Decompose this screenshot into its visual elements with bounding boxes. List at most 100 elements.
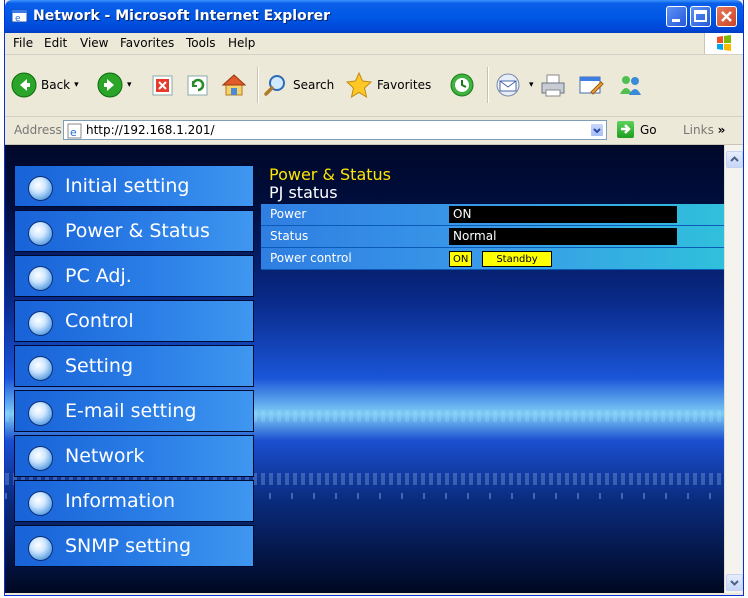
scroll-up-button[interactable]	[726, 151, 743, 168]
power-status-icon	[28, 221, 53, 246]
title-bar[interactable]: e Network - Microsoft Internet Explorer	[5, 0, 743, 33]
forward-arrow-icon	[97, 72, 123, 98]
sidebar-item-label: Control	[65, 310, 134, 332]
menu-help[interactable]: Help	[228, 36, 255, 50]
search-icon	[264, 75, 285, 96]
maximize-button[interactable]	[690, 6, 711, 27]
windows-logo-icon	[704, 33, 743, 54]
minimize-icon	[672, 19, 680, 22]
scroll-down-button[interactable]	[726, 574, 743, 591]
email-icon	[28, 401, 53, 426]
toolbar-separator	[487, 67, 489, 103]
menu-file[interactable]: File	[13, 36, 33, 50]
back-label: Back	[41, 78, 71, 92]
standby-button[interactable]: Standby	[482, 251, 552, 267]
forward-dropdown-icon[interactable]: ▾	[127, 80, 132, 90]
mail-dropdown-icon[interactable]: ▾	[529, 80, 534, 90]
control-icon	[28, 311, 53, 336]
vertical-scrollbar[interactable]	[724, 145, 743, 593]
stop-button[interactable]	[151, 67, 175, 103]
sidebar-item-setting[interactable]: Setting	[14, 345, 254, 387]
edit-button[interactable]	[577, 67, 605, 103]
ie-window-icon: e	[11, 9, 28, 24]
svg-text:e: e	[15, 14, 21, 24]
sidebar-item-label: Information	[65, 490, 175, 512]
menu-bar: File Edit View Favorites Tools Help	[5, 33, 743, 55]
go-label: Go	[640, 122, 657, 137]
toolbar-separator	[257, 67, 259, 103]
svg-text:e: e	[70, 126, 77, 139]
address-input[interactable]: e http://192.168.1.201/	[63, 120, 607, 140]
sidebar-item-snmp-setting[interactable]: SNMP setting	[14, 525, 254, 567]
sidebar-item-information[interactable]: Information	[14, 480, 254, 522]
maximize-icon	[694, 10, 707, 22]
section-title: PJ status	[269, 183, 338, 202]
mail-button[interactable]: ▾	[495, 67, 534, 103]
setting-icon	[28, 356, 53, 381]
sidebar-item-network[interactable]: Network	[14, 435, 254, 477]
back-arrow-icon	[11, 72, 37, 98]
close-icon	[721, 11, 732, 22]
browser-window: e Network - Microsoft Internet Explorer …	[4, 0, 744, 596]
sidebar-item-label: Setting	[65, 355, 134, 377]
printer-icon	[541, 74, 565, 97]
search-button[interactable]: Search	[263, 67, 334, 103]
back-dropdown-icon[interactable]: ▾	[74, 80, 79, 90]
initial-setting-icon	[28, 176, 53, 201]
status-row-power-control: Power control ON Standby	[261, 248, 724, 270]
sidebar-item-pc-adj[interactable]: PC Adj.	[14, 255, 254, 297]
refresh-button[interactable]	[186, 67, 210, 103]
power-value: ON	[449, 206, 677, 223]
chevron-right-icon: »	[717, 123, 726, 137]
nav-sidebar: Initial setting Power & Status PC Adj. C…	[14, 165, 254, 570]
status-label: Status	[270, 229, 309, 243]
page-content: Initial setting Power & Status PC Adj. C…	[5, 145, 724, 593]
home-button[interactable]	[221, 67, 247, 103]
sidebar-item-control[interactable]: Control	[14, 300, 254, 342]
search-label: Search	[293, 78, 335, 92]
sidebar-item-power-status[interactable]: Power & Status	[14, 210, 254, 252]
sidebar-item-label: Initial setting	[65, 175, 190, 197]
links-label: Links	[683, 123, 714, 137]
menu-edit[interactable]: Edit	[44, 36, 67, 50]
menu-favorites[interactable]: Favorites	[120, 36, 174, 50]
status-row-power: Power ON	[261, 204, 724, 226]
favorites-label: Favorites	[377, 78, 432, 92]
sidebar-item-email-setting[interactable]: E-mail setting	[14, 390, 254, 432]
address-dropdown-icon[interactable]	[590, 123, 604, 137]
favorites-button[interactable]: Favorites	[345, 67, 431, 103]
menu-tools[interactable]: Tools	[186, 36, 216, 50]
edit-document-icon	[579, 76, 604, 95]
go-button[interactable]: Go	[617, 121, 657, 138]
history-button[interactable]	[449, 67, 475, 103]
status-table: Power ON Status Normal Power control ON …	[261, 204, 724, 270]
power-control-label: Power control	[270, 251, 352, 265]
window-title: Network - Microsoft Internet Explorer	[33, 8, 331, 24]
refresh-icon	[187, 75, 208, 96]
messenger-icon	[620, 76, 641, 95]
messenger-button[interactable]	[617, 67, 645, 103]
information-icon	[28, 491, 53, 516]
pc-adjust-icon	[28, 266, 53, 291]
network-icon	[28, 446, 53, 471]
minimize-button[interactable]	[666, 6, 687, 27]
snmp-icon	[28, 536, 53, 561]
sidebar-item-label: Network	[65, 445, 145, 467]
power-on-button[interactable]: ON	[449, 251, 473, 267]
sidebar-item-initial-setting[interactable]: Initial setting	[14, 165, 254, 207]
close-window-button[interactable]	[716, 6, 737, 27]
back-button[interactable]: Back ▾	[11, 67, 79, 103]
address-bar: Address e http://192.168.1.201/ Go Links…	[5, 117, 743, 145]
address-url: http://192.168.1.201/	[86, 123, 215, 137]
sidebar-item-label: PC Adj.	[65, 265, 132, 287]
home-icon	[221, 74, 247, 96]
forward-button[interactable]: ▾	[97, 67, 132, 103]
go-arrow-icon	[617, 121, 634, 138]
favorites-star-icon	[345, 71, 373, 99]
history-icon	[450, 73, 474, 97]
power-label: Power	[270, 207, 307, 221]
links-button[interactable]: Links »	[683, 123, 725, 137]
print-button[interactable]	[539, 67, 567, 103]
menu-view[interactable]: View	[80, 36, 108, 50]
toolbar: Back ▾ ▾ Search Favorites ▾	[5, 55, 743, 117]
